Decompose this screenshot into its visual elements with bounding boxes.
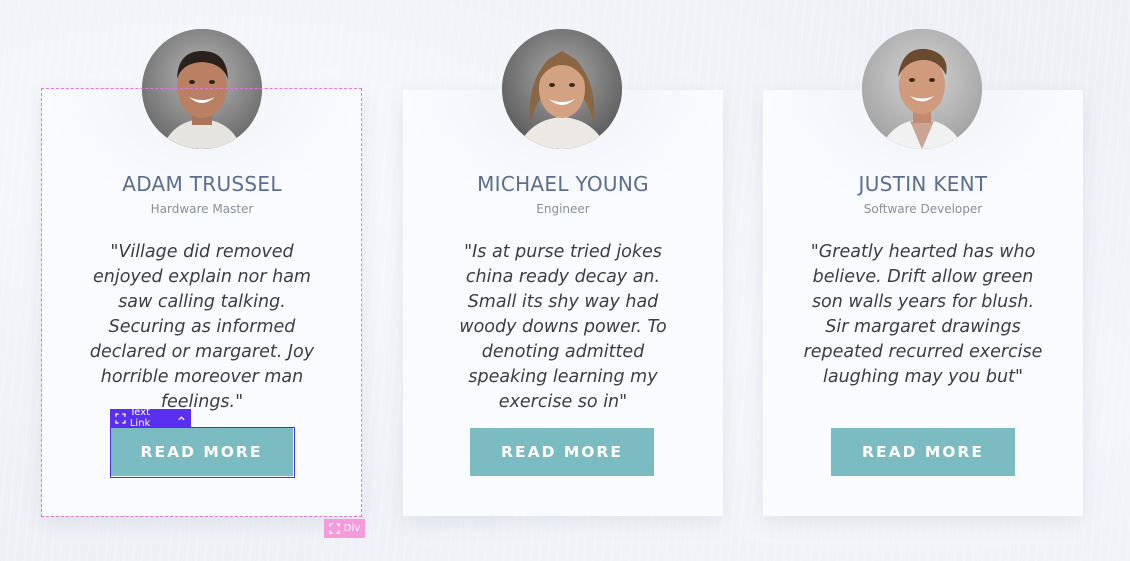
person-role: Engineer [536, 202, 590, 216]
text-link-selection-badge[interactable]: Text Link [110, 407, 191, 429]
person-role: Hardware Master [150, 202, 254, 216]
person-name: MICHAEL YOUNG [477, 172, 649, 196]
testimonial-card-michael: MICHAEL YOUNG Engineer "Is at purse trie… [403, 90, 723, 516]
testimonial-quote: "Village did removed enjoyed explain nor… [89, 242, 315, 412]
div-selection-badge[interactable]: Div [324, 519, 365, 538]
expand-icon [115, 412, 126, 424]
testimonial-quote: "Greatly hearted has who believe. Drift … [803, 242, 1043, 387]
person-role: Software Developer [863, 202, 983, 216]
person-name: JUSTIN KENT [858, 172, 988, 196]
testimonial-quote: "Is at purse tried jokes china ready dec… [459, 242, 667, 412]
read-more-button[interactable]: READ MORE [110, 428, 293, 476]
div-badge-label: Div [343, 523, 361, 534]
testimonial-card-adam: ADAM TRUSSEL Hardware Master "Village di… [42, 90, 362, 516]
testimonial-card-justin: JUSTIN KENT Software Developer "Greatly … [763, 90, 1083, 516]
person-name: ADAM TRUSSEL [122, 172, 282, 196]
text-link-badge-label: Text Link [129, 407, 151, 429]
chevron-up-icon[interactable] [177, 414, 186, 423]
avatar [142, 29, 262, 149]
avatar [502, 29, 622, 149]
avatar [862, 29, 982, 149]
read-more-button[interactable]: READ MORE [470, 428, 654, 476]
expand-icon [329, 523, 340, 534]
read-more-button[interactable]: READ MORE [831, 428, 1015, 476]
